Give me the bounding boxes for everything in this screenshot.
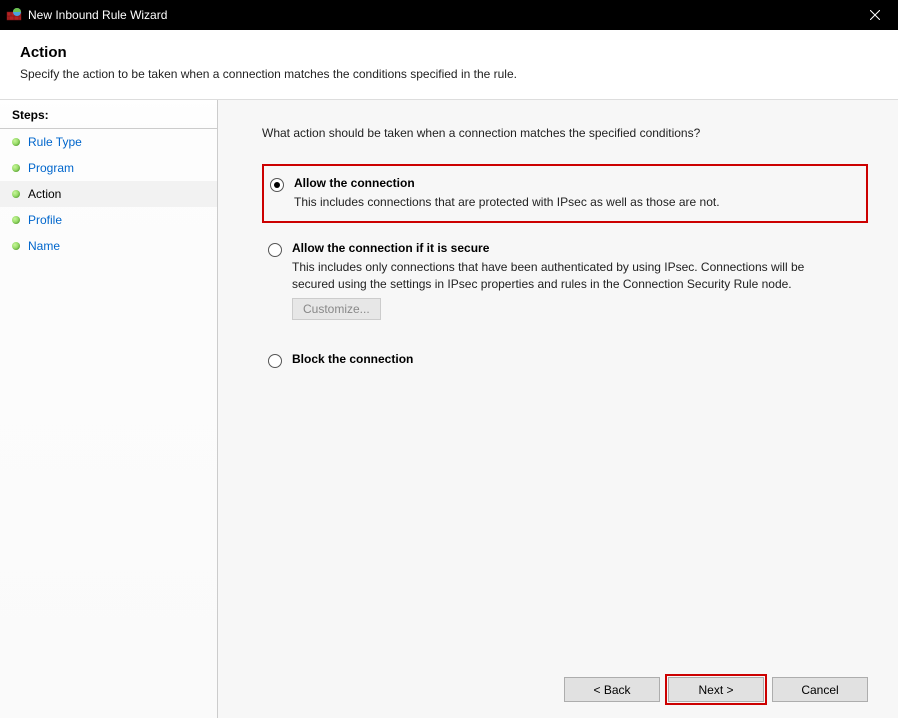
radio-title: Allow the connection [294, 176, 856, 190]
page-subtitle: Specify the action to be taken when a co… [20, 67, 878, 81]
back-button[interactable]: < Back [564, 677, 660, 702]
step-label: Action [28, 187, 61, 201]
titlebar: New Inbound Rule Wizard [0, 0, 898, 30]
steps-title: Steps: [0, 100, 217, 129]
radio-allow-secure[interactable]: Allow the connection if it is secure Thi… [262, 231, 868, 325]
bullet-icon [12, 216, 20, 224]
bullet-icon [12, 164, 20, 172]
next-button[interactable]: Next > [668, 677, 764, 702]
main-panel: What action should be taken when a conne… [218, 100, 898, 718]
step-label: Profile [28, 213, 62, 227]
radio-block-connection[interactable]: Block the connection [262, 342, 868, 374]
step-label: Name [28, 239, 60, 253]
cancel-button[interactable]: Cancel [772, 677, 868, 702]
header: Action Specify the action to be taken wh… [0, 30, 898, 100]
bullet-icon [12, 242, 20, 250]
close-button[interactable] [852, 0, 898, 30]
button-bar: < Back Next > Cancel [564, 677, 868, 702]
radio-icon[interactable] [270, 178, 284, 192]
radio-title: Block the connection [292, 352, 858, 366]
page-title: Action [20, 44, 878, 61]
customize-button: Customize... [292, 298, 381, 320]
firewall-icon [6, 7, 22, 23]
radio-allow-connection[interactable]: Allow the connection This includes conne… [262, 164, 868, 223]
question-text: What action should be taken when a conne… [262, 126, 868, 140]
radio-desc: This includes connections that are prote… [294, 194, 834, 211]
step-name[interactable]: Name [0, 233, 217, 259]
bullet-icon [12, 138, 20, 146]
bullet-icon [12, 190, 20, 198]
step-label: Rule Type [28, 135, 82, 149]
radio-icon[interactable] [268, 354, 282, 368]
radio-icon[interactable] [268, 243, 282, 257]
step-action[interactable]: Action [0, 181, 217, 207]
step-label: Program [28, 161, 74, 175]
radio-desc: This includes only connections that have… [292, 259, 832, 293]
window-title: New Inbound Rule Wizard [28, 8, 167, 22]
step-program[interactable]: Program [0, 155, 217, 181]
steps-sidebar: Steps: Rule Type Program Action Profile … [0, 100, 218, 718]
radio-title: Allow the connection if it is secure [292, 241, 858, 255]
step-profile[interactable]: Profile [0, 207, 217, 233]
step-rule-type[interactable]: Rule Type [0, 129, 217, 155]
